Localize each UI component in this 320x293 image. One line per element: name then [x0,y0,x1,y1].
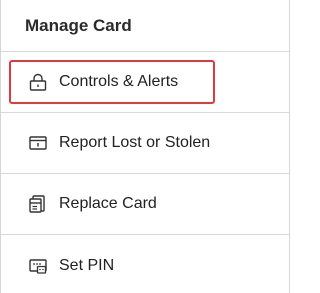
menu-item-controls-alerts[interactable]: Controls & Alerts [1,52,289,113]
pin-keypad-icon [27,255,49,277]
menu-item-replace-card[interactable]: Replace Card [1,174,289,235]
menu-item-label: Replace Card [59,195,157,212]
menu-item-label: Controls & Alerts [59,73,179,90]
panel-title: Manage Card [1,0,289,52]
menu-item-report-lost-stolen[interactable]: Report Lost or Stolen [1,113,289,174]
manage-card-panel: Manage Card Controls & Alerts Report Los… [0,0,290,293]
lock-icon [27,71,49,93]
menu-item-label: Set PIN [59,256,115,274]
card-report-icon [27,132,49,154]
menu-item-label: Report Lost or Stolen [59,134,211,151]
card-replace-icon [27,193,49,215]
menu-item-set-pin[interactable]: Set PIN [1,235,289,293]
